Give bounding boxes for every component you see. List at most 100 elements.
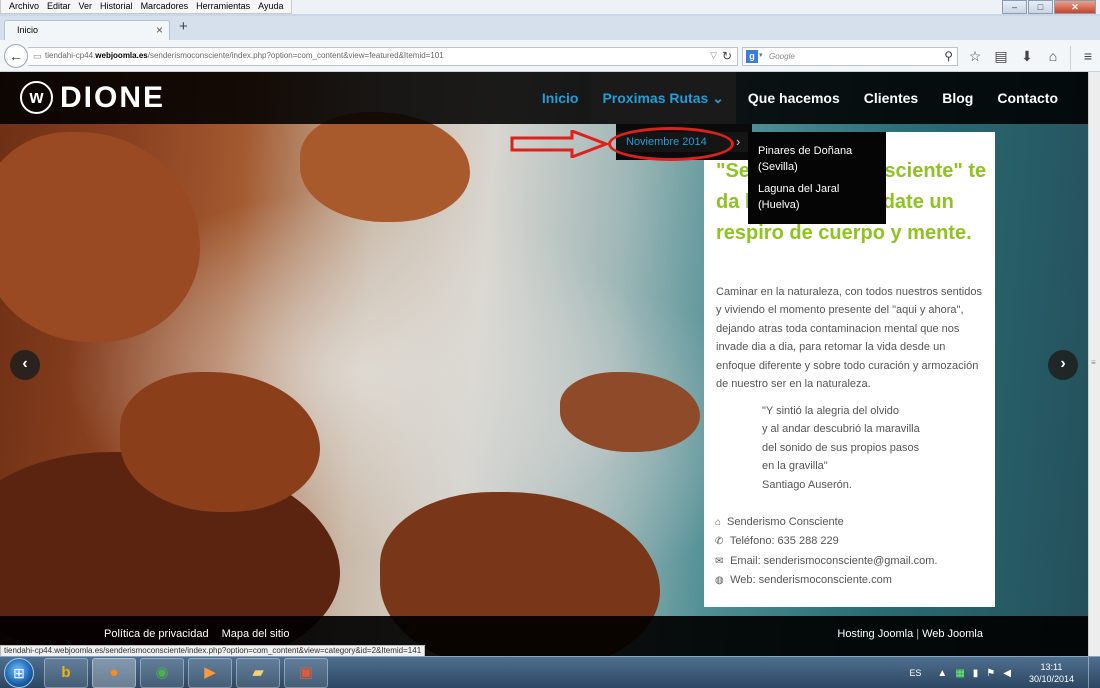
menu-historial[interactable]: Historial [96,0,137,13]
nav-item-clientes[interactable]: Clientes [852,72,930,124]
hero-rock [0,132,200,342]
folder-icon: ▰ [252,664,264,681]
network-icon[interactable]: ▦ [955,668,964,679]
route-laguna-del-jaral[interactable]: Laguna del Jaral (Huelva) [758,181,882,213]
phone-icon: ✆ [715,536,724,548]
footer-link-privacidad[interactable]: Política de privacidad [104,628,209,640]
taskbar-bing[interactable]: b [44,658,88,688]
taskbar: ⊞ b ● ◉ ▶ ▰ ▣ ES ▲ ▦ ▮ ⚑ ◀ 13:11 30/10/2… [0,656,1100,688]
google-icon[interactable]: g [746,50,758,63]
menu-editar[interactable]: Editar [43,0,75,13]
url-dropdown-icon[interactable]: ▽ [710,50,717,61]
tab-close-icon[interactable]: × [156,23,163,37]
windows-logo-icon: ⊞ [13,665,25,681]
globe-icon: ◍ [715,575,724,587]
submenu-chevron-right-icon: › [736,134,741,149]
back-button[interactable]: ← [4,44,28,68]
menu-ver[interactable]: Ver [75,0,97,13]
site-logo[interactable]: w DIONE [20,81,165,114]
tab-title: Inicio [17,25,39,35]
route-province: (Sevilla) [758,161,798,173]
envelope-icon: ✉ [715,555,724,567]
paint-icon: ▣ [298,664,314,681]
search-placeholder: Google [769,52,795,61]
page-icon: ▭ [33,51,42,61]
footer-link-webjoomla[interactable]: Web Joomla [922,628,983,640]
route-province: (Huelva) [758,199,800,211]
nav-item-proximas-rutas[interactable]: Proximas Rutas ⌄ [590,72,736,124]
menu-ayuda[interactable]: Ayuda [254,0,287,13]
taskbar-explorer[interactable]: ▰ [236,658,280,688]
volume-icon[interactable]: ◀ [1003,668,1011,679]
address-bar[interactable]: ▭ tiendahi-cp44.webjoomla.es/senderismoc… [28,47,738,66]
show-desktop-button[interactable] [1088,657,1100,688]
tab-strip: Inicio × [0,16,1100,40]
close-window-button[interactable]: ✕ [1054,0,1096,14]
menu-herramientas[interactable]: Herramientas [192,0,254,13]
url-domain: webjoomla.es [95,51,148,60]
back-arrow-icon: ← [9,48,23,64]
page-scrollbar[interactable]: ≡ [1088,72,1100,656]
tab-inicio[interactable]: Inicio × [4,20,170,40]
search-engine-dropdown-icon[interactable]: ▾ [759,51,763,59]
start-button[interactable]: ⊞ [4,658,34,688]
bookmark-star-icon[interactable]: ☆ [962,44,988,68]
maximize-button[interactable]: □ [1028,0,1053,14]
reload-icon[interactable]: ↻ [722,49,732,63]
menu-archivo[interactable]: Archivo [5,0,43,13]
firefox-icon: ● [109,664,119,681]
nav-item-contacto[interactable]: Contacto [985,72,1070,124]
slider-prev-button[interactable]: ‹ [10,350,40,380]
menu-bar: Archivo Editar Ver Historial Marcadores … [0,0,1100,14]
route-pinares-de-donana[interactable]: Pinares de Doñana (Sevilla) [758,143,882,175]
taskbar-chrome[interactable]: ◉ [140,658,184,688]
chrome-icon: ◉ [155,664,169,681]
contact-email[interactable]: Email: senderismoconsciente@gmail.com. [730,555,937,567]
navigation-toolbar: ← ▭ tiendahi-cp44.webjoomla.es/senderism… [0,40,1100,72]
footer-link-hosting[interactable]: Hosting Joomla [837,628,913,640]
menu-items: Archivo Editar Ver Historial Marcadores … [0,0,293,14]
panel-intro: Caminar en la naturaleza, con todos nues… [716,286,982,391]
tray-expand-icon[interactable]: ▲ [937,668,947,679]
home-icon[interactable]: ⌂ [1040,44,1066,68]
panel-quote: "Y sintió la alegria del olvido y al and… [762,402,982,494]
main-nav: Inicio Proximas Rutas ⌄ Que hacemos Clie… [530,72,1070,124]
contact-email-row: ✉ Email: senderismoconsciente@gmail.com. [715,552,990,571]
toolbar-icons: ☆ ▤ ⬇ ⌂ ≡ [962,44,1100,72]
minimize-button[interactable]: – [1002,0,1027,14]
quote-line: "Y sintió la alegria del olvido [762,405,900,417]
page-viewport: w DIONE Inicio Proximas Rutas ⌄ Que hace… [0,72,1088,656]
nav-item-blog[interactable]: Blog [930,72,985,124]
nav-item-inicio[interactable]: Inicio [530,72,591,124]
language-indicator[interactable]: ES [909,668,921,678]
bookmarks-list-icon[interactable]: ▤ [988,44,1014,68]
slider-next-button[interactable]: › [1048,350,1078,380]
annotation-arrow-icon [510,130,610,158]
contact-block: ⌂ Senderismo Consciente ✆ Teléfono: 635 2… [715,513,990,591]
logo-text: DIONE [60,81,166,114]
taskbar-paint[interactable]: ▣ [284,658,328,688]
hamburger-menu-icon[interactable]: ≡ [1075,44,1100,68]
footer-link-mapa[interactable]: Mapa del sitio [222,628,290,640]
nav-item-que-hacemos[interactable]: Que hacemos [736,72,852,124]
search-icon[interactable]: ⚲ [944,49,953,63]
menu-marcadores[interactable]: Marcadores [137,0,193,13]
route-name: Laguna del Jaral [758,183,840,195]
logo-mark-icon: w [20,81,53,114]
home-icon: ⌂ [715,517,722,528]
quote-author: Santiago Auserón. [762,478,852,491]
taskbar-firefox[interactable]: ● [92,658,136,688]
route-name: Pinares de Doñana [758,145,853,157]
taskbar-media-player[interactable]: ▶ [188,658,232,688]
contact-phone-row: ✆ Teléfono: 635 288 229 [715,532,990,551]
contact-web[interactable]: Web: senderismoconsciente.com [730,574,892,586]
downloads-icon[interactable]: ⬇ [1014,44,1040,68]
clock[interactable]: 13:11 30/10/2014 [1029,661,1074,685]
footer-links: Política de privacidad Mapa del sitio [104,628,289,640]
new-tab-button[interactable]: + [179,18,188,35]
flag-icon[interactable]: ⚑ [986,668,995,679]
power-icon[interactable]: ▮ [973,668,979,679]
scroll-grip-icon: ≡ [1091,358,1096,367]
quote-line: del sonido de sus propios pasos [762,441,920,454]
search-bar[interactable]: g ▾ Google ⚲ [742,47,958,66]
